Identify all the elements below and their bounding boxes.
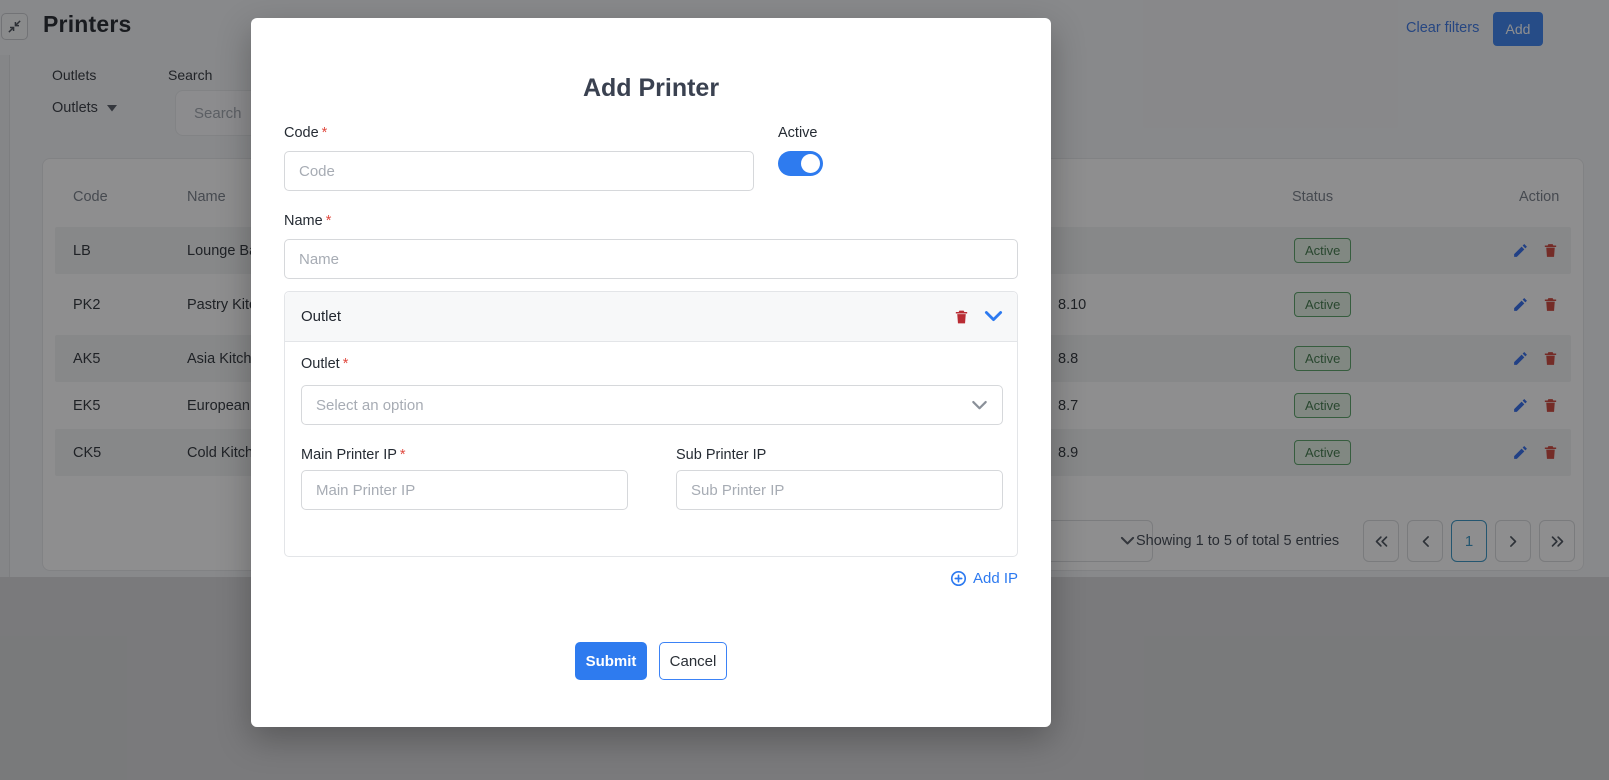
add-ip-link[interactable]: Add IP bbox=[950, 570, 1018, 587]
collapse-panel-chevron-icon[interactable] bbox=[984, 307, 1003, 326]
outlet-panel-header[interactable]: Outlet bbox=[285, 292, 1017, 342]
active-toggle[interactable] bbox=[778, 151, 823, 176]
name-input[interactable] bbox=[284, 239, 1018, 279]
outlet-label: Outlet* bbox=[301, 356, 348, 372]
plus-circle-icon bbox=[950, 570, 967, 587]
add-printer-modal: Add Printer Code* Active Name* Outlet bbox=[251, 18, 1051, 727]
sub-printer-ip-label: Sub Printer IP bbox=[676, 447, 766, 463]
required-asterisk: * bbox=[322, 125, 328, 141]
remove-outlet-trash-icon[interactable] bbox=[952, 307, 971, 326]
submit-button[interactable]: Submit bbox=[575, 642, 647, 680]
outlet-panel: Outlet Outlet* Select an option bbox=[284, 291, 1018, 557]
required-asterisk: * bbox=[326, 213, 332, 229]
sub-printer-ip-input[interactable] bbox=[676, 470, 1003, 510]
required-asterisk: * bbox=[343, 356, 349, 372]
outlet-panel-title: Outlet bbox=[301, 308, 341, 325]
main-printer-ip-label: Main Printer IP* bbox=[301, 447, 406, 463]
main-printer-ip-input[interactable] bbox=[301, 470, 628, 510]
toggle-knob bbox=[801, 154, 820, 173]
code-input[interactable] bbox=[284, 151, 754, 191]
outlet-select[interactable]: Select an option bbox=[301, 385, 1003, 425]
outlet-select-placeholder: Select an option bbox=[316, 397, 424, 414]
modal-title: Add Printer bbox=[251, 74, 1051, 103]
cancel-button[interactable]: Cancel bbox=[659, 642, 727, 680]
code-label: Code* bbox=[284, 125, 327, 141]
active-label: Active bbox=[778, 125, 818, 141]
app-root: Printers Clear filters Add Outlets Searc… bbox=[0, 0, 1609, 780]
chevron-down-icon bbox=[971, 400, 988, 411]
modal-actions: Submit Cancel bbox=[251, 642, 1051, 680]
required-asterisk: * bbox=[400, 447, 406, 463]
add-ip-label: Add IP bbox=[973, 570, 1018, 587]
name-label: Name* bbox=[284, 213, 331, 229]
